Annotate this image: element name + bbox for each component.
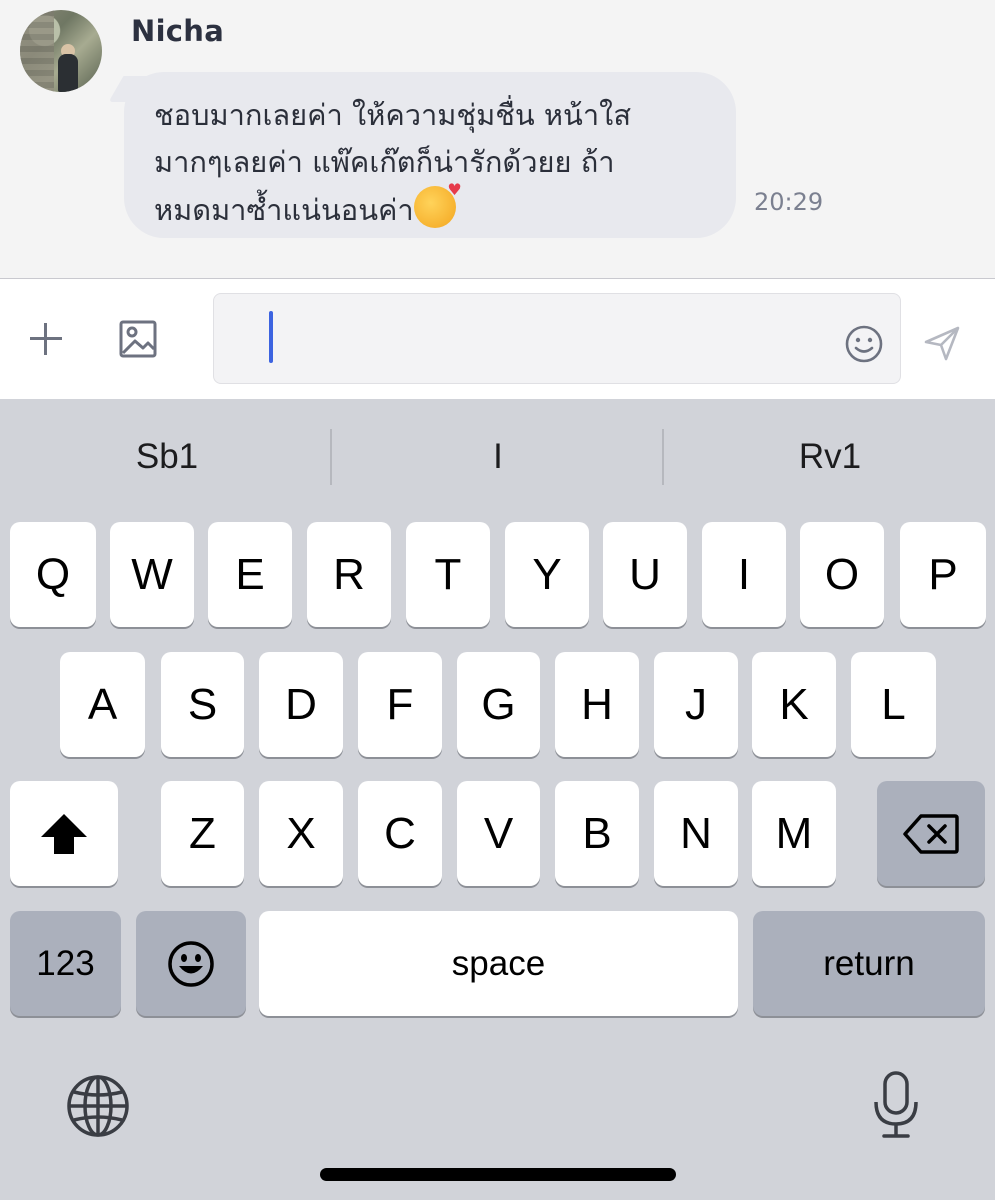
key-t[interactable]: T: [406, 522, 490, 627]
key-x[interactable]: X: [259, 781, 343, 886]
key-u[interactable]: U: [603, 522, 687, 627]
suggestion-item[interactable]: I: [333, 437, 663, 477]
key-o[interactable]: O: [800, 522, 884, 627]
key-h[interactable]: H: [555, 652, 639, 757]
avatar-photo-wall: [20, 10, 54, 92]
key-a[interactable]: A: [60, 652, 145, 757]
avatar-photo-figure: [58, 54, 78, 92]
message-input[interactable]: [213, 293, 901, 384]
suggestion-divider: [662, 429, 664, 485]
message-bubble[interactable]: ชอบมากเลยค่า ให้ความชุ่มชื่น หน้าใส มากๆ…: [124, 72, 736, 238]
key-j[interactable]: J: [654, 652, 738, 757]
microphone-icon[interactable]: [870, 1070, 922, 1140]
image-icon[interactable]: [118, 319, 158, 359]
space-key[interactable]: space: [259, 911, 738, 1016]
key-w[interactable]: W: [110, 522, 194, 627]
key-z[interactable]: Z: [161, 781, 244, 886]
key-d[interactable]: D: [259, 652, 343, 757]
key-y[interactable]: Y: [505, 522, 589, 627]
key-p[interactable]: P: [900, 522, 986, 627]
chat-area: Nicha ชอบมากเลยค่า ให้ความชุ่มชื่น หน้าใ…: [0, 0, 995, 278]
key-s[interactable]: S: [161, 652, 244, 757]
key-c[interactable]: C: [358, 781, 442, 886]
numbers-key[interactable]: 123: [10, 911, 121, 1016]
shift-icon: [41, 813, 87, 854]
suggestion-item[interactable]: Rv1: [665, 437, 995, 477]
suggestion-divider: [330, 429, 332, 485]
globe-icon[interactable]: [66, 1074, 130, 1138]
backspace-icon: [903, 813, 959, 854]
emoji-icon[interactable]: [844, 324, 884, 364]
key-q[interactable]: Q: [10, 522, 96, 627]
key-b[interactable]: B: [555, 781, 639, 886]
key-f[interactable]: F: [358, 652, 442, 757]
key-l[interactable]: L: [851, 652, 936, 757]
key-e[interactable]: E: [208, 522, 292, 627]
backspace-key[interactable]: [877, 781, 985, 886]
text-cursor: [269, 311, 273, 363]
key-v[interactable]: V: [457, 781, 540, 886]
send-icon[interactable]: [922, 323, 962, 363]
suggestion-item[interactable]: Sb1: [2, 437, 332, 477]
key-r[interactable]: R: [307, 522, 391, 627]
message-input-bar: [0, 279, 995, 399]
emoji-keyboard-key[interactable]: [136, 911, 246, 1016]
key-n[interactable]: N: [654, 781, 738, 886]
suggestion-bar: Sb1 I Rv1: [0, 399, 995, 517]
message-time: 20:29: [754, 188, 824, 216]
message-text: ชอบมากเลยค่า ให้ความชุ่มชื่น หน้าใส มากๆ…: [154, 98, 632, 227]
key-k[interactable]: K: [752, 652, 836, 757]
key-i[interactable]: I: [702, 522, 786, 627]
smiling-face-with-hearts-icon: [413, 180, 462, 228]
sender-name: Nicha: [131, 14, 225, 48]
emoji-keyboard-icon: [168, 940, 214, 987]
shift-key[interactable]: [10, 781, 118, 886]
key-g[interactable]: G: [457, 652, 540, 757]
key-m[interactable]: M: [752, 781, 836, 886]
home-indicator[interactable]: [320, 1168, 676, 1181]
return-key[interactable]: return: [753, 911, 985, 1016]
plus-icon[interactable]: [28, 321, 64, 357]
avatar[interactable]: [20, 10, 102, 92]
